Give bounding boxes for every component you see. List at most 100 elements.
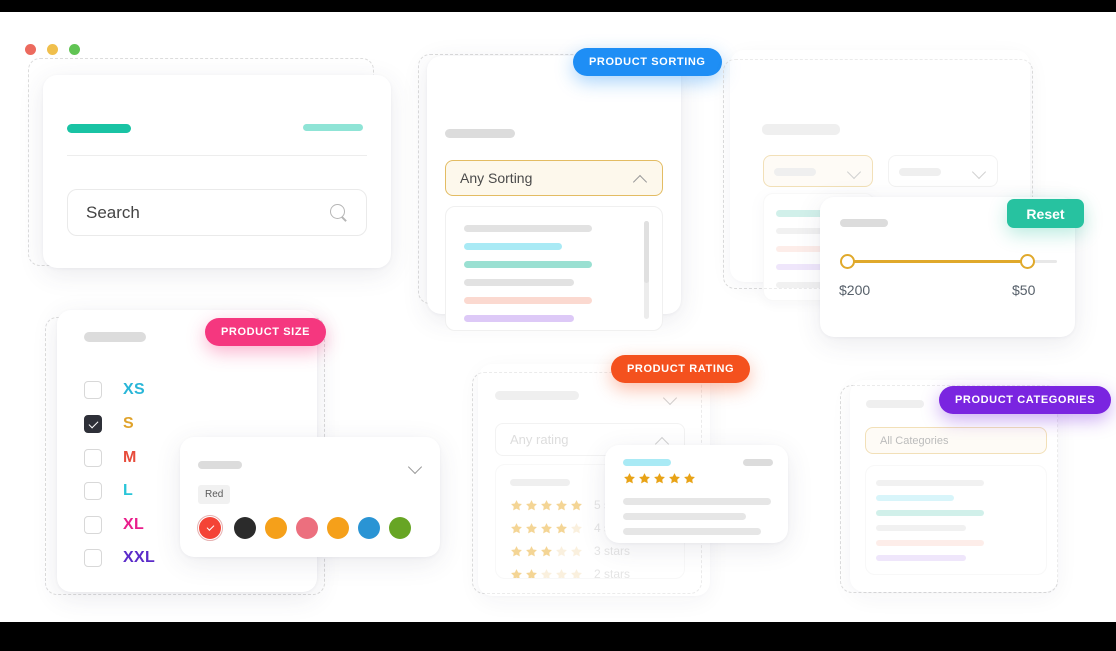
- star-icon-empty: [541, 568, 552, 578]
- swatch-pink[interactable]: [296, 517, 318, 539]
- search-card: Search: [43, 75, 391, 268]
- star-icon-empty: [556, 568, 567, 578]
- star-icon: [556, 522, 567, 533]
- star-icon: [526, 545, 537, 556]
- list-item[interactable]: [876, 525, 966, 531]
- badge-product-size-label: PRODUCT SIZE: [221, 326, 311, 338]
- list-item[interactable]: [876, 480, 984, 486]
- reset-button[interactable]: Reset: [1007, 199, 1084, 228]
- rating-label-3: 3 stars: [594, 544, 631, 558]
- chevron-up-icon[interactable]: [634, 171, 648, 185]
- top-black-bar: [0, 0, 1116, 12]
- list-item[interactable]: [464, 279, 574, 286]
- star-icon: [511, 568, 522, 578]
- list-item[interactable]: [464, 261, 592, 268]
- swatch-black[interactable]: [234, 517, 256, 539]
- swatch-green[interactable]: [389, 517, 411, 539]
- window-controls: [25, 44, 80, 55]
- checkbox-m[interactable]: [84, 449, 102, 467]
- rating-row-2[interactable]: 2 stars: [510, 567, 631, 579]
- minimize-dot-icon[interactable]: [47, 44, 58, 55]
- rating-label-2: 2 stars: [594, 567, 631, 579]
- list-item[interactable]: [464, 243, 562, 250]
- star-icon: [684, 473, 695, 484]
- size-row-s[interactable]: S: [84, 415, 134, 433]
- star-icon: [526, 499, 537, 510]
- check-icon: [206, 523, 214, 531]
- star-icon: [526, 568, 537, 578]
- search-icon[interactable]: [330, 203, 348, 222]
- size-label-m: M: [123, 449, 137, 466]
- rating-row-3[interactable]: 3 stars: [510, 544, 630, 558]
- rating-card-title-skeleton: [495, 391, 579, 400]
- swatch-orange[interactable]: [265, 517, 287, 539]
- stars-2: [510, 568, 583, 578]
- chevron-down-icon[interactable]: [848, 164, 862, 178]
- swatch-red-selected[interactable]: [197, 515, 223, 541]
- price-slider-knob-max[interactable]: [1020, 254, 1035, 269]
- star-icon-empty: [571, 522, 582, 533]
- size-row-xs[interactable]: XS: [84, 381, 145, 399]
- review-popup-stars: [623, 472, 696, 485]
- maximize-dot-icon[interactable]: [69, 44, 80, 55]
- review-popup-card: [605, 445, 788, 543]
- categories-select[interactable]: All Categories: [865, 427, 1047, 454]
- checkbox-l[interactable]: [84, 482, 102, 500]
- size-row-xl[interactable]: XL: [84, 516, 144, 534]
- sorting-options-panel[interactable]: [445, 206, 663, 331]
- swatch-amber[interactable]: [327, 517, 349, 539]
- chevron-down-icon[interactable]: [409, 459, 423, 473]
- star-icon: [624, 473, 635, 484]
- categories-card-title-skeleton: [866, 400, 924, 408]
- rating-panel-title-skeleton: [510, 479, 570, 486]
- star-icon-empty: [571, 545, 582, 556]
- sorting-select[interactable]: Any Sorting: [445, 160, 663, 196]
- search-input[interactable]: Search: [67, 189, 367, 236]
- badge-product-rating-label: PRODUCT RATING: [627, 363, 735, 375]
- color-tooltip: Red: [198, 485, 231, 504]
- badge-product-categories-label: PRODUCT CATEGORIES: [955, 394, 1096, 406]
- chevron-down-icon[interactable]: [664, 390, 678, 404]
- review-popup-text-line: [623, 528, 761, 535]
- swatch-red[interactable]: [199, 517, 221, 539]
- star-icon: [511, 499, 522, 510]
- dual-select-left[interactable]: [763, 155, 873, 187]
- dual-select-right-skeleton: [899, 163, 973, 179]
- badge-product-categories: PRODUCT CATEGORIES: [939, 386, 1112, 414]
- search-input-text: Search: [86, 202, 140, 222]
- review-popup-accent-bar: [623, 459, 671, 466]
- color-swatch-list: [197, 515, 411, 541]
- checkbox-xs[interactable]: [84, 381, 102, 399]
- size-row-xxl[interactable]: XXL: [84, 549, 155, 567]
- list-item[interactable]: [464, 297, 592, 304]
- size-label-xs: XS: [123, 381, 145, 398]
- checkbox-xl[interactable]: [84, 516, 102, 534]
- star-icon: [639, 473, 650, 484]
- star-icon-empty: [556, 545, 567, 556]
- color-tooltip-label: Red: [205, 489, 224, 500]
- badge-product-rating: PRODUCT RATING: [611, 355, 751, 383]
- chevron-down-icon[interactable]: [973, 164, 987, 178]
- list-item[interactable]: [876, 510, 984, 516]
- swatch-blue[interactable]: [358, 517, 380, 539]
- list-item[interactable]: [464, 315, 574, 322]
- star-icon: [669, 473, 680, 484]
- price-card-title-skeleton: [840, 219, 888, 227]
- size-row-m[interactable]: M: [84, 449, 137, 467]
- scrollbar-thumb[interactable]: [644, 221, 649, 283]
- list-item[interactable]: [876, 495, 954, 501]
- size-row-l[interactable]: L: [84, 482, 133, 500]
- dual-select-right[interactable]: [888, 155, 998, 187]
- checkbox-xxl[interactable]: [84, 549, 102, 567]
- categories-options-panel[interactable]: [865, 465, 1047, 575]
- price-slider-knob-min[interactable]: [840, 254, 855, 269]
- checkbox-s[interactable]: [84, 415, 102, 433]
- review-popup-text-line: [623, 498, 771, 505]
- color-card-title-skeleton: [198, 461, 242, 469]
- list-item[interactable]: [464, 225, 592, 232]
- close-dot-icon[interactable]: [25, 44, 36, 55]
- star-icon: [541, 499, 552, 510]
- stars-4: [510, 522, 583, 535]
- list-item[interactable]: [876, 555, 966, 561]
- list-item[interactable]: [876, 540, 984, 546]
